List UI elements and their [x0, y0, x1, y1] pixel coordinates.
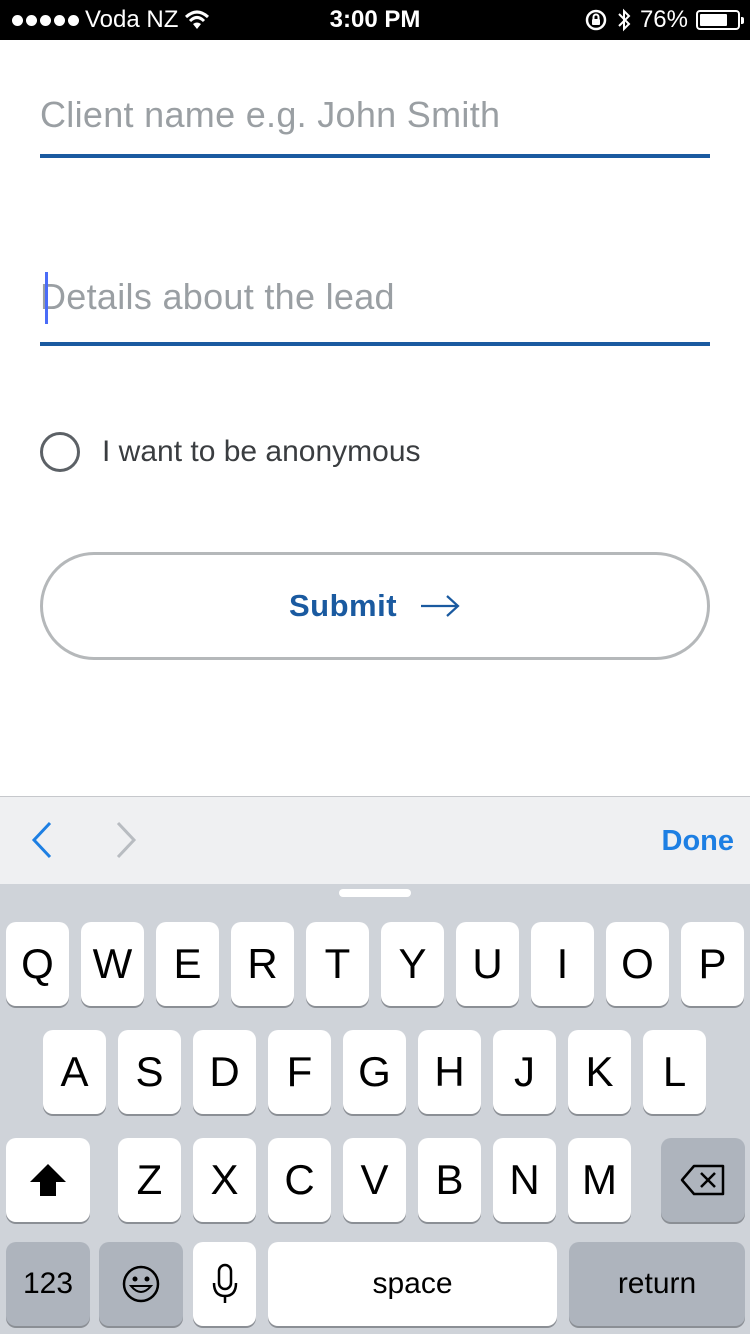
key-z[interactable]: Z	[118, 1138, 181, 1222]
key-q[interactable]: Q	[6, 922, 69, 1006]
client-name-underline	[40, 154, 710, 158]
next-field-icon[interactable]	[112, 815, 140, 865]
microphone-icon	[212, 1263, 237, 1303]
key-o[interactable]: O	[606, 922, 669, 1006]
key-h[interactable]: H	[418, 1030, 481, 1114]
status-right: 76%	[584, 6, 744, 34]
key-t[interactable]: T	[306, 922, 369, 1006]
keyboard: 123 space return QWERTYUIOP ASDFGHJKL ZXCV…	[0, 884, 750, 1334]
return-key[interactable]: return	[569, 1242, 745, 1326]
key-j[interactable]: J	[493, 1030, 556, 1114]
key-f[interactable]: F	[268, 1030, 331, 1114]
arrow-right-icon	[421, 595, 460, 617]
anonymous-option[interactable]: I want to be anonymous	[40, 432, 421, 472]
key-i[interactable]: I	[531, 922, 594, 1006]
key-e[interactable]: E	[156, 922, 219, 1006]
key-v[interactable]: V	[343, 1138, 406, 1222]
shift-icon	[30, 1164, 66, 1196]
key-u[interactable]: U	[456, 922, 519, 1006]
shift-key[interactable]	[6, 1138, 90, 1222]
anonymous-label: I want to be anonymous	[102, 435, 421, 468]
battery-fill	[700, 14, 727, 26]
key-x[interactable]: X	[193, 1138, 256, 1222]
key-a[interactable]: A	[43, 1030, 106, 1114]
key-m[interactable]: M	[568, 1138, 631, 1222]
lead-details-underline	[40, 342, 710, 346]
key-p[interactable]: P	[681, 922, 744, 1006]
key-d[interactable]: D	[193, 1030, 256, 1114]
battery-percent: 76%	[639, 6, 688, 33]
emoji-icon	[122, 1265, 160, 1303]
submit-button[interactable]: Submit	[40, 552, 710, 660]
key-s[interactable]: S	[118, 1030, 181, 1114]
bluetooth-icon	[618, 8, 631, 32]
key-c[interactable]: C	[268, 1138, 331, 1222]
key-b[interactable]: B	[418, 1138, 481, 1222]
lead-details-field[interactable]: Details about the lead	[40, 272, 710, 350]
key-k[interactable]: K	[568, 1030, 631, 1114]
submit-label: Submit	[288, 588, 398, 623]
text-cursor	[45, 272, 48, 324]
dictation-key[interactable]	[193, 1242, 256, 1326]
backspace-key[interactable]	[661, 1138, 745, 1222]
key-g[interactable]: G	[343, 1030, 406, 1114]
orientation-lock-icon	[585, 9, 607, 31]
previous-field-icon[interactable]	[28, 815, 56, 865]
keyboard-handle[interactable]	[339, 889, 411, 897]
lead-details-placeholder: Details about the lead	[40, 276, 395, 317]
client-name-field[interactable]: Client name e.g. John Smith	[40, 94, 710, 160]
backspace-icon	[680, 1164, 725, 1196]
key-n[interactable]: N	[493, 1138, 556, 1222]
emoji-key[interactable]	[99, 1242, 183, 1326]
keyboard-accessory-bar: Done	[0, 796, 750, 884]
status-bar: Voda NZ 3:00 PM 76%	[0, 0, 750, 40]
done-button[interactable]: Done	[662, 825, 735, 858]
key-r[interactable]: R	[231, 922, 294, 1006]
battery-icon	[696, 10, 744, 30]
space-key[interactable]: space	[268, 1242, 557, 1326]
key-w[interactable]: W	[81, 922, 144, 1006]
key-y[interactable]: Y	[381, 922, 444, 1006]
client-name-placeholder: Client name e.g. John Smith	[40, 94, 501, 135]
anonymous-radio[interactable]	[40, 432, 80, 472]
numbers-key[interactable]: 123	[6, 1242, 90, 1326]
key-l[interactable]: L	[643, 1030, 706, 1114]
